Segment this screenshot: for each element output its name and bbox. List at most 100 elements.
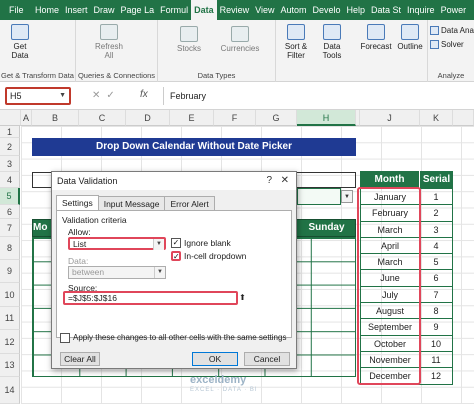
get-data-label: Get Data <box>11 42 29 60</box>
serial-cell[interactable]: 9 <box>420 319 453 336</box>
stocks-label: Stocks <box>176 44 201 53</box>
refresh-all-button[interactable]: Refresh All <box>94 24 124 60</box>
column-header-e[interactable]: E <box>170 110 214 126</box>
sort-filter-button[interactable]: Sort & Filter <box>280 24 312 60</box>
serial-cell[interactable]: 3 <box>420 221 453 238</box>
tab-data-streamer[interactable]: Data St <box>368 0 404 20</box>
column-header-a[interactable]: A <box>21 110 32 126</box>
dialog-title: Data Validation <box>57 176 118 186</box>
in-cell-dropdown-checkbox[interactable]: ✓ <box>171 251 181 261</box>
apply-all-checkbox[interactable] <box>60 333 70 343</box>
row-header-1[interactable]: 1 <box>0 126 20 138</box>
ignore-blank-checkbox[interactable]: ✓ <box>171 238 181 248</box>
row-header-11[interactable]: 11 <box>0 307 20 330</box>
tab-home[interactable]: Home <box>32 0 62 20</box>
tab-inquire[interactable]: Inquire <box>404 0 438 20</box>
row-header-12[interactable]: 12 <box>0 330 20 354</box>
tab-developer[interactable]: Develo <box>310 0 344 20</box>
column-header-h[interactable]: H <box>297 110 356 126</box>
tab-help[interactable]: Help <box>344 0 369 20</box>
tab-view[interactable]: View <box>252 0 277 20</box>
row-header-6[interactable]: 6 <box>0 205 20 219</box>
row-header-3[interactable]: 3 <box>0 156 20 172</box>
column-header-d[interactable]: D <box>126 110 170 126</box>
column-header-b[interactable]: B <box>32 110 79 126</box>
data-validation-dialog: Data Validation ? ✕ Settings Input Messa… <box>51 171 297 369</box>
column-header-l[interactable] <box>453 110 474 126</box>
close-icon[interactable]: ✕ <box>281 172 289 190</box>
serial-cell[interactable]: 4 <box>420 237 453 255</box>
help-icon[interactable]: ? <box>266 172 272 190</box>
column-header-j[interactable]: J <box>360 110 420 126</box>
collapse-dialog-icon[interactable]: ⬆ <box>237 293 248 303</box>
tab-settings[interactable]: Settings <box>56 195 99 211</box>
row-header-9[interactable]: 9 <box>0 260 20 283</box>
currencies-button[interactable]: Currencies <box>216 26 264 53</box>
row-header-10[interactable]: 10 <box>0 283 20 307</box>
tab-review[interactable]: Review <box>217 0 253 20</box>
group-label-analyze: Analyze <box>437 71 465 80</box>
insert-function-button[interactable]: fx <box>140 89 148 100</box>
group-sort-tools: Sort & Filter Data Tools <box>276 20 358 82</box>
tab-power[interactable]: Power <box>438 0 470 20</box>
enter-formula-icon[interactable]: ✓ <box>106 90 120 101</box>
get-data-button[interactable]: Get Data <box>8 24 32 60</box>
column-header-g[interactable]: G <box>256 110 297 126</box>
row-header-5[interactable]: 5 <box>0 188 20 205</box>
sheet-title[interactable]: Drop Down Calendar Without Date Picker <box>32 138 356 156</box>
tab-formulas[interactable]: Formul <box>157 0 191 20</box>
serial-cell[interactable]: 2 <box>420 205 453 222</box>
tab-data[interactable]: Data <box>191 0 217 20</box>
tab-error-alert[interactable]: Error Alert <box>164 196 215 211</box>
row-header-8[interactable]: 8 <box>0 237 20 260</box>
name-box[interactable]: H5 ▼ <box>5 87 71 105</box>
serial-cell[interactable]: 12 <box>420 368 453 385</box>
tab-page-layout[interactable]: Page La <box>118 0 158 20</box>
tab-input-message[interactable]: Input Message <box>97 196 166 211</box>
row-header-2[interactable]: 2 <box>0 138 20 156</box>
ignore-blank-label: Ignore blank <box>184 238 231 248</box>
solver-button[interactable]: Solver <box>430 40 464 50</box>
refresh-icon <box>100 24 118 40</box>
selected-cell-h5[interactable] <box>297 188 341 205</box>
cancel-button[interactable]: Cancel <box>244 352 290 366</box>
tab-file[interactable]: File <box>0 0 32 20</box>
tab-insert[interactable]: Insert <box>62 0 91 20</box>
tab-draw[interactable]: Draw <box>91 0 118 20</box>
outline-icon <box>401 24 419 40</box>
serial-cell[interactable]: 5 <box>420 254 453 271</box>
serial-cell[interactable]: 11 <box>420 351 453 369</box>
column-header-f[interactable]: F <box>214 110 256 126</box>
serial-cell[interactable]: 1 <box>420 189 453 206</box>
data-value: between <box>72 267 105 277</box>
chevron-down-icon[interactable]: ▼ <box>59 89 66 103</box>
cancel-formula-icon[interactable]: ✕ <box>92 90 106 101</box>
column-header-k[interactable]: K <box>420 110 453 126</box>
row-header-7[interactable]: 7 <box>0 219 20 237</box>
ribbon: Get Data Get & Transform Data Refresh Al… <box>0 20 474 82</box>
row-header-4[interactable]: 4 <box>0 172 20 188</box>
forecast-button[interactable]: Forecast <box>358 24 394 51</box>
outline-button[interactable]: Outline <box>394 24 426 51</box>
column-header-c[interactable]: C <box>79 110 126 126</box>
serial-cell[interactable]: 8 <box>420 303 453 320</box>
row-header-13[interactable]: 13 <box>0 354 20 377</box>
dialog-titlebar[interactable]: Data Validation ? ✕ <box>52 172 296 190</box>
ok-button[interactable]: OK <box>192 352 238 366</box>
select-all-corner[interactable] <box>0 110 21 126</box>
allow-select[interactable]: List ▼ <box>68 237 166 250</box>
serial-cell[interactable]: 10 <box>420 335 453 352</box>
tab-automate[interactable]: Autom <box>277 0 309 20</box>
cell-dropdown-button[interactable]: ▼ <box>341 190 353 203</box>
stocks-button[interactable]: Stocks <box>172 26 206 53</box>
data-tools-button[interactable]: Data Tools <box>316 24 348 60</box>
source-input[interactable]: =$J$5:$J$16 ⬆ <box>63 291 246 305</box>
refresh-label: Refresh All <box>94 42 123 60</box>
allow-value: List <box>73 239 87 249</box>
clear-all-button[interactable]: Clear All <box>60 352 100 366</box>
formula-input[interactable]: February <box>163 87 469 105</box>
serial-cell[interactable]: 7 <box>420 286 453 304</box>
serial-cell[interactable]: 6 <box>420 270 453 287</box>
data-analysis-button[interactable]: Data Ana <box>430 26 474 36</box>
row-header-14[interactable]: 14 <box>0 377 20 404</box>
